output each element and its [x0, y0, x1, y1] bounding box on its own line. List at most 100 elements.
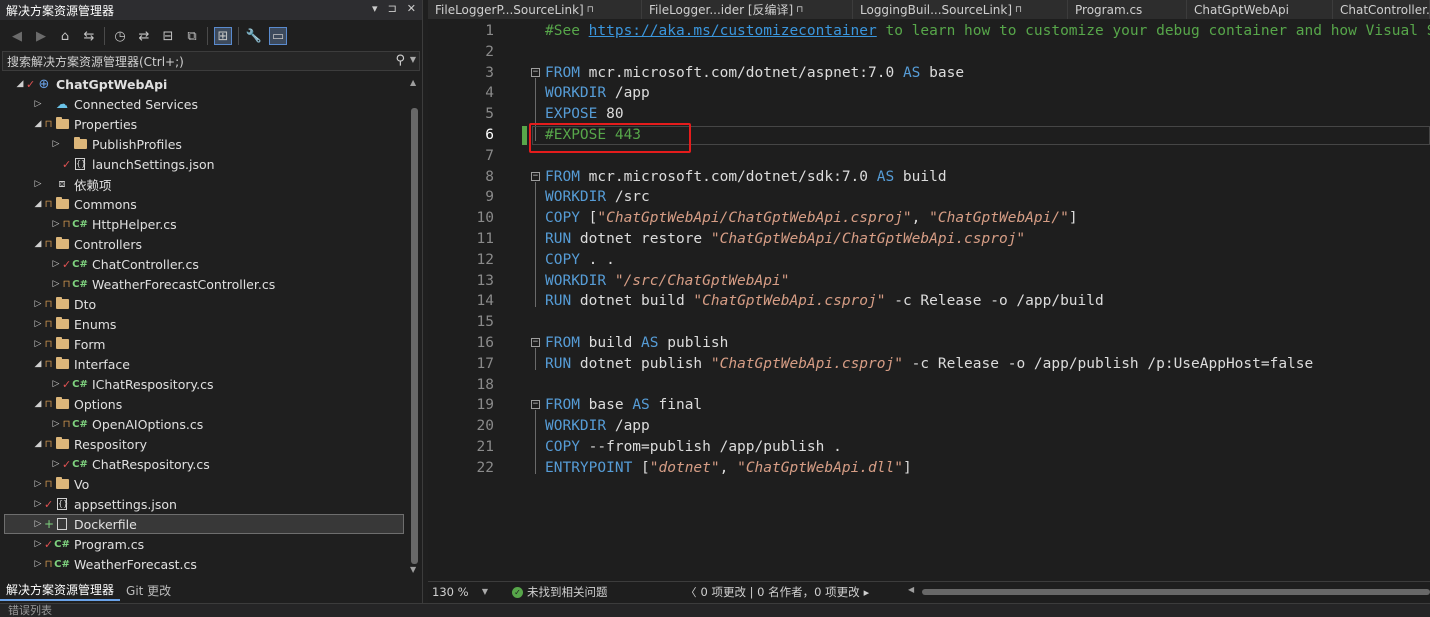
- search-icon[interactable]: ⚲: [395, 53, 405, 68]
- expanded-arrow-icon[interactable]: ◢: [32, 399, 44, 409]
- code-line[interactable]: 8 − FROM mcr.microsoft.com/dotnet/sdk:7.0 …: [428, 167, 1430, 188]
- sync-with-document-icon[interactable]: ⇄: [135, 27, 153, 45]
- code-line[interactable]: 3 − FROM mcr.microsoft.com/dotnet/aspnet:7…: [428, 63, 1430, 84]
- code-line[interactable]: 16 − FROM build AS publish: [428, 333, 1430, 354]
- tree-item[interactable]: ◢ ✓ ⊕ ChatGptWebApi: [0, 74, 404, 94]
- code-line[interactable]: 15: [428, 312, 1430, 333]
- tab-solution-explorer[interactable]: 解决方案资源管理器: [0, 579, 121, 601]
- collapse-block-icon[interactable]: −: [531, 67, 540, 77]
- code-line[interactable]: 20 WORKDIR /app: [428, 416, 1430, 437]
- document-tab[interactable]: FileLoggerP...SourceLink] ⊓: [428, 0, 642, 19]
- document-tab[interactable]: FileLogger...ider [反编译] ⊓: [642, 0, 853, 19]
- expanded-arrow-icon[interactable]: ◢: [32, 119, 44, 129]
- switch-views-icon[interactable]: ⇆: [80, 27, 98, 45]
- code-line[interactable]: 4 WORKDIR /app: [428, 83, 1430, 104]
- tree-item[interactable]: ▷ ⊓ Form: [0, 334, 404, 354]
- tree-item[interactable]: ▷ ✓ C# IChatRespository.cs: [0, 374, 404, 394]
- code-line[interactable]: 13 WORKDIR "/src/ChatGptWebApi": [428, 271, 1430, 292]
- tree-item[interactable]: ▷ ⊓ C# HttpHelper.cs: [0, 214, 404, 234]
- tree-item[interactable]: ▷ ⊓ Enums: [0, 314, 404, 334]
- collapsed-arrow-icon[interactable]: ▷: [32, 479, 44, 489]
- tree-item[interactable]: ▷ ⊓ Dto: [0, 294, 404, 314]
- code-line[interactable]: 21 COPY --from=publish /app/publish .: [428, 437, 1430, 458]
- panel-options-dropdown-icon[interactable]: ▾: [372, 2, 378, 15]
- tree-item[interactable]: ▷ ✓ C# Program.cs: [0, 534, 404, 554]
- collapse-block-icon[interactable]: −: [531, 338, 540, 347]
- tab-git-changes[interactable]: Git 更改: [120, 579, 177, 601]
- tree-item[interactable]: ◢ ⊓ Options: [0, 394, 404, 414]
- forward-icon[interactable]: ▶: [32, 27, 50, 45]
- solution-explorer-search-input[interactable]: 搜索解决方案资源管理器(Ctrl+;) ⚲ ▼: [2, 51, 420, 71]
- collapsed-arrow-icon[interactable]: ▷: [50, 219, 62, 229]
- tree-item[interactable]: ◢ ⊓ Controllers: [0, 234, 404, 254]
- tree-item[interactable]: ▷ ⊓ C# WeatherForecast.cs: [0, 554, 404, 574]
- expanded-arrow-icon[interactable]: ◢: [32, 239, 44, 249]
- expanded-arrow-icon[interactable]: ◢: [32, 439, 44, 449]
- preview-selected-items-icon[interactable]: ⊞: [214, 27, 232, 45]
- tree-item[interactable]: ✓{} launchSettings.json: [0, 154, 404, 174]
- tree-item[interactable]: ◢ ⊓ Commons: [0, 194, 404, 214]
- code-line[interactable]: 9 WORKDIR /src: [428, 187, 1430, 208]
- expanded-arrow-icon[interactable]: ◢: [14, 79, 26, 89]
- code-line[interactable]: 11 RUN dotnet restore "ChatGptWebApi/Chat…: [428, 229, 1430, 250]
- code-line[interactable]: 14 RUN dotnet build "ChatGptWebApi.csproj…: [428, 291, 1430, 312]
- collapsed-arrow-icon[interactable]: ▷: [32, 539, 44, 549]
- code-line[interactable]: 17 RUN dotnet publish "ChatGptWebApi.cspr…: [428, 354, 1430, 375]
- code-line[interactable]: 19 − FROM base AS final: [428, 395, 1430, 416]
- document-tab[interactable]: LoggingBuil...SourceLink] ⊓: [853, 0, 1068, 19]
- collapsed-arrow-icon[interactable]: ▷: [50, 419, 62, 429]
- code-area[interactable]: 1 #See https://aka.ms/customizecontainer …: [428, 19, 1430, 581]
- pin-icon[interactable]: ⊐: [388, 2, 397, 15]
- code-line[interactable]: 18: [428, 375, 1430, 396]
- back-icon[interactable]: ◀: [8, 27, 26, 45]
- code-line[interactable]: 10 COPY ["ChatGptWebApi/ChatGptWebApi.csp…: [428, 208, 1430, 229]
- code-line[interactable]: 2: [428, 42, 1430, 63]
- collapsed-arrow-icon[interactable]: ▷: [32, 299, 44, 309]
- close-icon[interactable]: ✕: [407, 2, 416, 15]
- home-icon[interactable]: ⌂: [56, 27, 74, 45]
- tree-item[interactable]: ▷ ☁ Connected Services: [0, 94, 404, 114]
- collapse-block-icon[interactable]: −: [531, 171, 540, 181]
- zoom-dropdown[interactable]: 130 % ▼: [428, 585, 494, 599]
- tree-vertical-scrollbar[interactable]: ▲ ▼: [408, 74, 420, 578]
- code-line[interactable]: 1 #See https://aka.ms/customizecontainer …: [428, 21, 1430, 42]
- code-line[interactable]: 22 ENTRYPOINT ["dotnet", "ChatGptWebApi.d…: [428, 458, 1430, 479]
- collapsed-arrow-icon[interactable]: ▷: [32, 339, 44, 349]
- tree-item[interactable]: ◢ ⊓ Properties: [0, 114, 404, 134]
- collapsed-arrow-icon[interactable]: ▷: [32, 179, 44, 189]
- code-link[interactable]: https://aka.ms/customizecontainer: [589, 23, 877, 39]
- tree-item[interactable]: ▷ PublishProfiles: [0, 134, 404, 154]
- collapsed-arrow-icon[interactable]: ▷: [32, 499, 44, 509]
- code-line[interactable]: 12 COPY . .: [428, 250, 1430, 271]
- properties-wrench-icon[interactable]: 🔧: [245, 27, 263, 45]
- collapsed-arrow-icon[interactable]: ▷: [50, 459, 62, 469]
- collapsed-arrow-icon[interactable]: ▷: [32, 99, 44, 109]
- collapsed-arrow-icon[interactable]: ▷: [32, 519, 44, 529]
- search-options-dropdown-icon[interactable]: ▼: [410, 55, 416, 64]
- show-all-files-icon[interactable]: ⧉: [183, 27, 201, 45]
- expanded-arrow-icon[interactable]: ◢: [32, 359, 44, 369]
- tree-item[interactable]: ▷ ⊓ Vo: [0, 474, 404, 494]
- git-changes-indicator[interactable]: 〈 0 项更改 | 0 名作者，0 项更改 ▸: [686, 584, 870, 600]
- scroll-up-icon[interactable]: ▲: [410, 78, 416, 87]
- tree-item[interactable]: ◢ ⊓ Respository: [0, 434, 404, 454]
- tree-item[interactable]: ▷ ⧈ 依赖项: [0, 174, 404, 194]
- collapsed-arrow-icon[interactable]: ▷: [50, 259, 62, 269]
- collapsed-arrow-icon[interactable]: ▷: [50, 139, 62, 149]
- document-tab[interactable]: Program.cs: [1068, 0, 1187, 19]
- collapsed-arrow-icon[interactable]: ▷: [50, 279, 62, 289]
- tool-window-icon[interactable]: ▭: [269, 27, 287, 45]
- pending-changes-filter-icon[interactable]: ◷: [111, 27, 129, 45]
- collapsed-arrow-icon[interactable]: ▷: [32, 559, 44, 569]
- scrollbar-thumb[interactable]: [922, 589, 1430, 595]
- error-list-strip[interactable]: 错误列表: [0, 603, 1430, 617]
- scroll-left-icon[interactable]: ◀: [908, 585, 914, 594]
- tree-item[interactable]: ◢ ⊓ Interface: [0, 354, 404, 374]
- scrollbar-thumb[interactable]: [411, 108, 418, 564]
- tree-item[interactable]: ▷ + Dockerfile: [4, 514, 404, 534]
- document-tab[interactable]: ChatController.cs: [1333, 0, 1430, 19]
- editor-horizontal-scrollbar[interactable]: ◀: [908, 585, 1430, 596]
- expanded-arrow-icon[interactable]: ◢: [32, 199, 44, 209]
- tree-item[interactable]: ▷ ⊓ C# OpenAIOptions.cs: [0, 414, 404, 434]
- scroll-down-icon[interactable]: ▼: [410, 565, 416, 574]
